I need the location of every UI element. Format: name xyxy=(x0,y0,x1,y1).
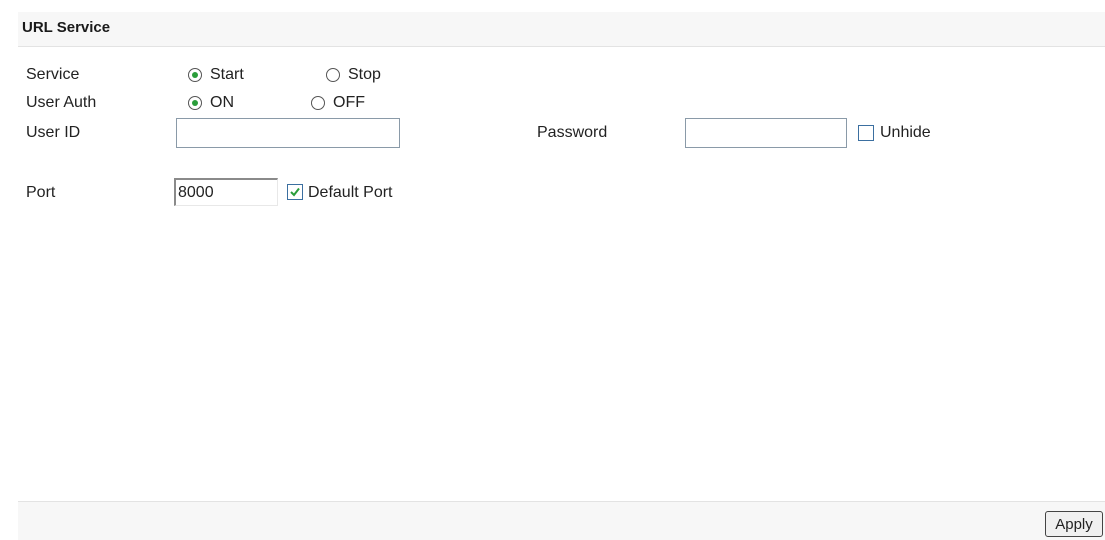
panel-header: URL Service xyxy=(18,12,1105,47)
user-auth-on-radio[interactable] xyxy=(188,96,202,110)
default-port-checkbox[interactable] xyxy=(287,184,303,200)
user-auth-row: User Auth ON OFF xyxy=(18,90,1105,118)
default-port-label: Default Port xyxy=(308,184,393,201)
credentials-row: User ID Password Unhide xyxy=(18,116,1105,150)
port-input[interactable] xyxy=(174,178,278,206)
user-auth-on-label: ON xyxy=(210,94,234,111)
panel-title: URL Service xyxy=(22,19,111,36)
service-stop-option[interactable]: Stop xyxy=(326,66,381,84)
user-id-input[interactable] xyxy=(176,118,400,148)
service-stop-label: Stop xyxy=(348,66,381,83)
service-start-label: Start xyxy=(210,66,244,83)
port-label: Port xyxy=(26,184,56,201)
user-auth-off-label: OFF xyxy=(333,94,365,111)
checkmark-icon xyxy=(290,187,300,197)
port-row: Port Default Port xyxy=(18,178,1105,206)
unhide-label: Unhide xyxy=(880,124,931,141)
service-row: Service Start Stop xyxy=(18,62,1105,90)
url-service-panel: URL Service Service Start Stop User Auth… xyxy=(18,12,1105,540)
user-auth-off-radio[interactable] xyxy=(311,96,325,110)
password-input[interactable] xyxy=(685,118,847,148)
apply-button[interactable]: Apply xyxy=(1045,511,1103,537)
user-auth-off-option[interactable]: OFF xyxy=(311,94,365,112)
service-stop-radio[interactable] xyxy=(326,68,340,82)
user-id-label: User ID xyxy=(26,124,81,141)
user-auth-label: User Auth xyxy=(26,94,97,111)
unhide-checkbox[interactable] xyxy=(858,125,874,141)
panel-footer: Apply xyxy=(18,501,1105,540)
service-start-option[interactable]: Start xyxy=(188,66,244,84)
password-label: Password xyxy=(537,124,608,141)
user-auth-on-option[interactable]: ON xyxy=(188,94,234,112)
service-start-radio[interactable] xyxy=(188,68,202,82)
service-label: Service xyxy=(26,66,80,83)
